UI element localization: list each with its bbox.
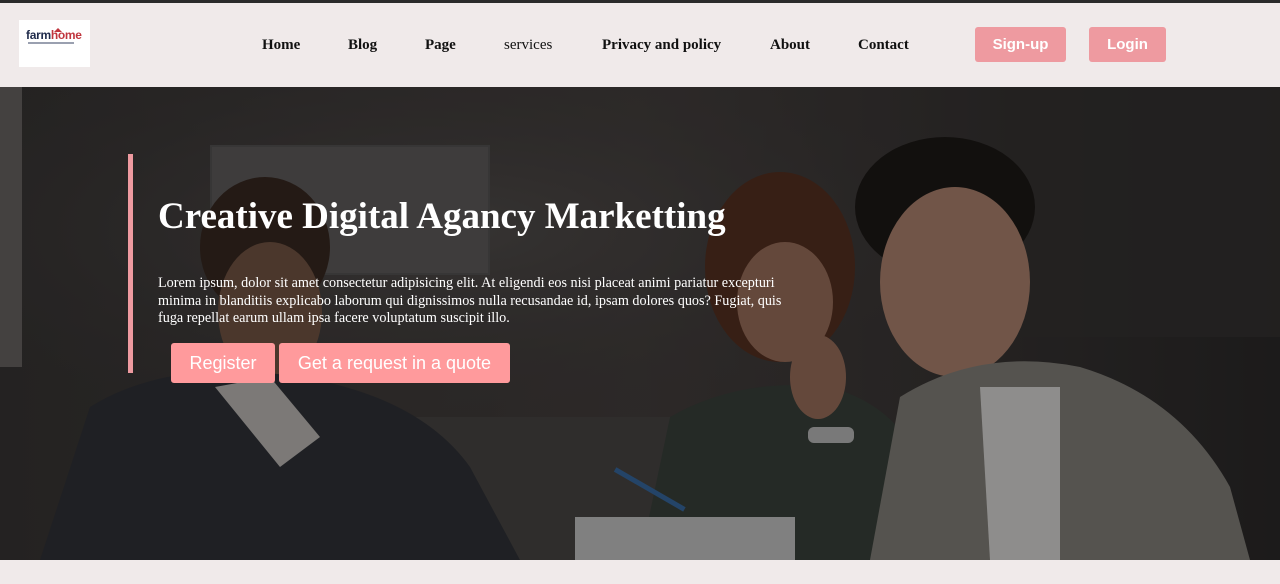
logo-text-farm: farm — [26, 28, 51, 42]
nav-item-about[interactable]: About — [770, 37, 810, 54]
logo-text-home: home — [50, 28, 82, 42]
hero-title: Creative Digital Agancy Marketting — [158, 196, 726, 237]
login-button[interactable]: Login — [1089, 27, 1166, 62]
hero-section: Creative Digital Agancy Marketting Lorem… — [0, 87, 1280, 560]
nav-item-services[interactable]: services — [504, 37, 552, 54]
hero-accent-bar — [128, 154, 133, 373]
nav-item-blog[interactable]: Blog — [348, 37, 377, 54]
register-button[interactable]: Register — [171, 343, 275, 383]
site-header: farmhome Home Blog Page services Privacy… — [0, 3, 1280, 87]
page-bottom-strip — [0, 560, 1280, 584]
signup-button[interactable]: Sign-up — [975, 27, 1066, 62]
hero-description: Lorem ipsum, dolor sit amet consectetur … — [158, 275, 782, 326]
nav-item-home[interactable]: Home — [262, 37, 300, 54]
site-logo[interactable]: farmhome — [19, 20, 90, 67]
logo-text: farmhome — [26, 28, 82, 42]
logo-tagline — [28, 42, 74, 44]
nav-item-contact[interactable]: Contact — [858, 37, 909, 54]
nav-item-privacy-policy[interactable]: Privacy and policy — [602, 37, 721, 54]
nav-item-page[interactable]: Page — [425, 37, 456, 54]
request-quote-button[interactable]: Get a request in a quote — [279, 343, 510, 383]
